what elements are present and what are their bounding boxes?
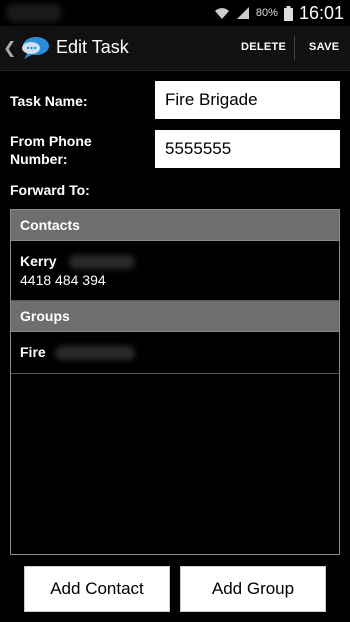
forward-list[interactable]: Contacts Kerry 4418 484 394 Groups Fire xyxy=(10,209,340,555)
contacts-header: Contacts xyxy=(11,210,339,241)
save-button[interactable]: SAVE xyxy=(309,41,339,53)
from-phone-label-line1: From Phone xyxy=(10,133,92,149)
add-contact-button[interactable]: Add Contact xyxy=(24,566,170,612)
status-icons: 80% 16:01 xyxy=(214,0,344,26)
contact-surname-redacted xyxy=(69,255,135,269)
chat-bubble-logo[interactable] xyxy=(18,35,50,61)
add-group-button[interactable]: Add Group xyxy=(180,566,326,612)
action-separator xyxy=(294,36,295,60)
group-name-redacted xyxy=(55,346,135,360)
task-name-input[interactable] xyxy=(155,81,340,119)
screen-title: Edit Task xyxy=(56,37,129,57)
signal-icon xyxy=(236,7,249,19)
notification-icons-redacted xyxy=(6,4,62,22)
battery-icon xyxy=(283,5,293,21)
back-chevron-icon[interactable]: ❮ xyxy=(3,38,16,58)
forward-to-label: Forward To: xyxy=(10,182,90,198)
from-phone-label-line2: Number: xyxy=(10,151,68,167)
groups-header: Groups xyxy=(11,301,339,332)
group-row[interactable]: Fire xyxy=(11,332,339,374)
status-bar: 80% 16:01 xyxy=(0,0,350,26)
task-name-label: Task Name: xyxy=(10,93,88,109)
delete-button[interactable]: DELETE xyxy=(241,41,286,53)
contact-name: Kerry xyxy=(20,253,57,269)
battery-percent: 80% xyxy=(255,7,278,19)
from-phone-input[interactable] xyxy=(155,130,340,168)
wifi-icon xyxy=(214,8,229,19)
action-bar: ❮ Edit Task DELETE SAVE xyxy=(0,26,350,71)
clock: 16:01 xyxy=(298,2,344,23)
contact-phone: 4418 484 394 xyxy=(20,272,106,288)
contact-row[interactable]: Kerry 4418 484 394 xyxy=(11,241,339,301)
